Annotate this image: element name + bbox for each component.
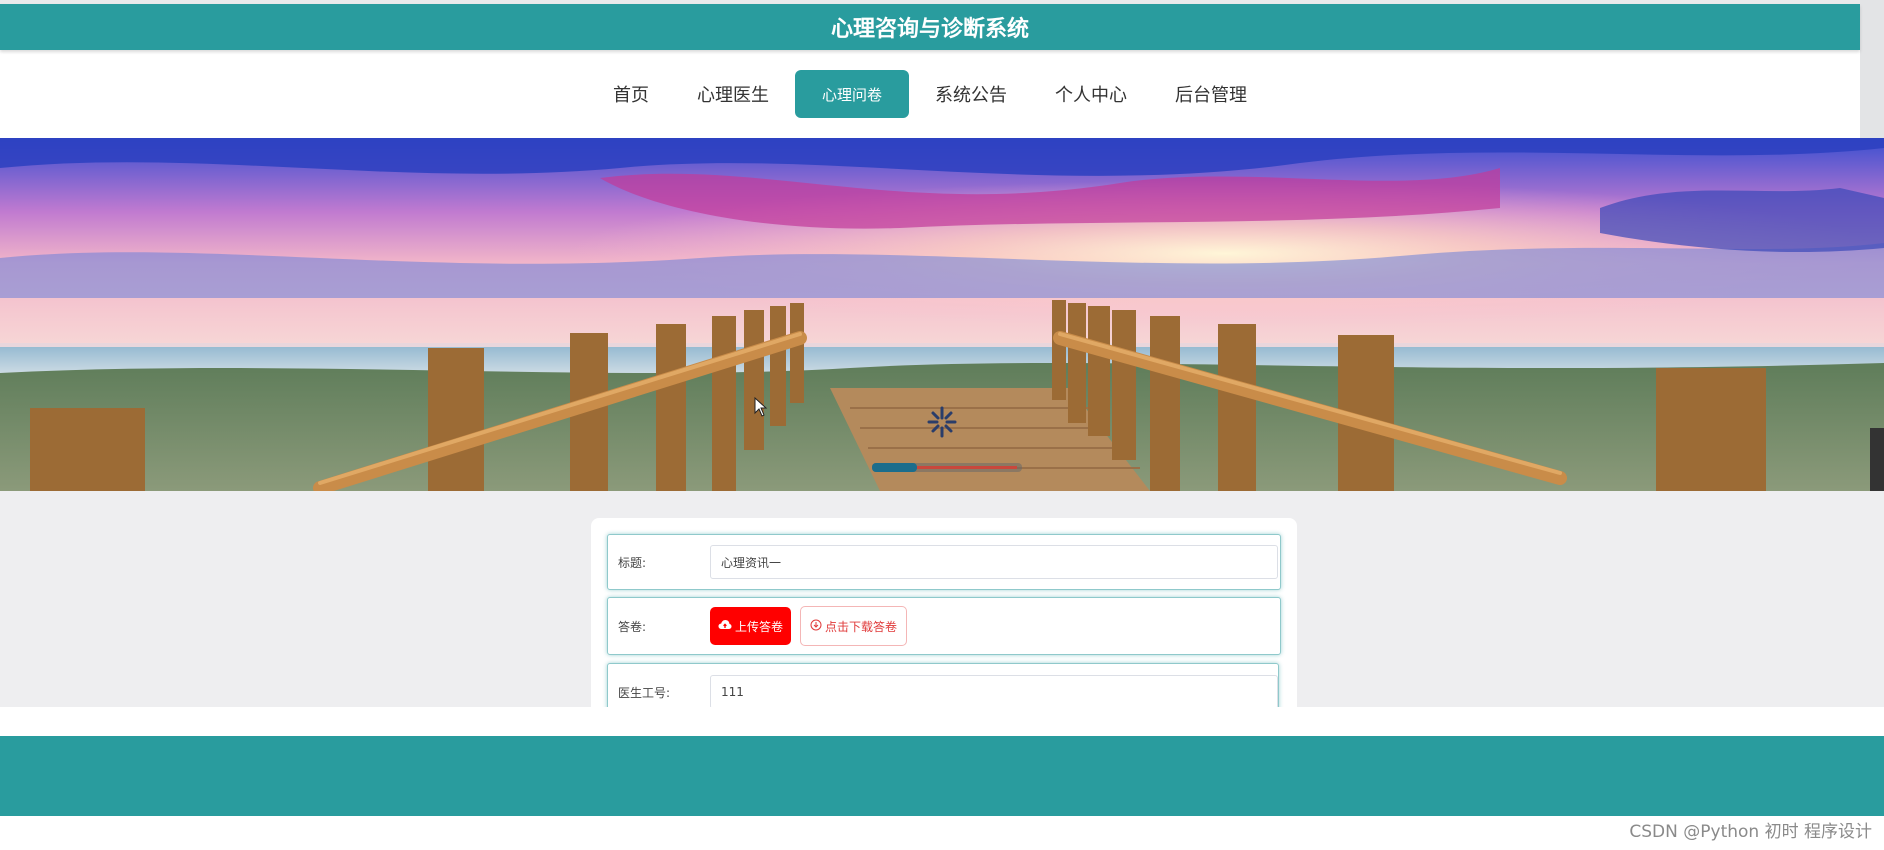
hero-banner (0, 138, 1884, 491)
answer-row: 答卷: 上传答卷 点击下载答卷 (607, 597, 1281, 655)
doctor-id-input[interactable]: 111 (710, 675, 1278, 709)
nav-personal-center[interactable]: 个人中心 (1033, 70, 1149, 118)
beach-sunset-image (0, 138, 1884, 491)
nav-questionnaire[interactable]: 心理问卷 (794, 70, 909, 118)
site-footer (0, 736, 1884, 816)
upload-answer-label: 上传答卷 (735, 619, 784, 634)
content-bottom-gap (0, 707, 1884, 736)
answer-label: 答卷: (618, 619, 647, 634)
banner-scroll-handle[interactable] (1870, 428, 1884, 491)
download-answer-button[interactable]: 点击下载答卷 (800, 606, 908, 646)
download-answer-label: 点击下载答卷 (825, 619, 898, 634)
nav-admin[interactable]: 后台管理 (1153, 70, 1269, 118)
site-header: 心理咨询与诊断系统 (0, 4, 1860, 50)
title-label: 标题: (618, 555, 647, 570)
nav-announcements[interactable]: 系统公告 (913, 70, 1029, 118)
cloud-upload-icon (718, 619, 732, 634)
upload-answer-button[interactable]: 上传答卷 (710, 607, 792, 645)
doctor-id-label: 医生工号: (618, 686, 671, 700)
site-title: 心理咨询与诊断系统 (830, 17, 1029, 42)
banner-indicator[interactable] (872, 463, 1022, 472)
questionnaire-form: 标题: 心理资讯一 答卷: 上传答卷 点击下载答卷 医生工号: 111 (591, 518, 1297, 723)
main-nav: 首页 心理医生 心理问卷 系统公告 个人中心 后台管理 (0, 50, 1860, 138)
download-circle-icon (810, 619, 822, 634)
nav-home[interactable]: 首页 (591, 70, 671, 118)
nav-doctors[interactable]: 心理医生 (675, 70, 791, 118)
watermark-text: CSDN @Python 初时 程序设计 (1629, 822, 1872, 842)
title-input[interactable]: 心理资讯一 (710, 545, 1278, 579)
title-row: 标题: 心理资讯一 (607, 534, 1281, 590)
